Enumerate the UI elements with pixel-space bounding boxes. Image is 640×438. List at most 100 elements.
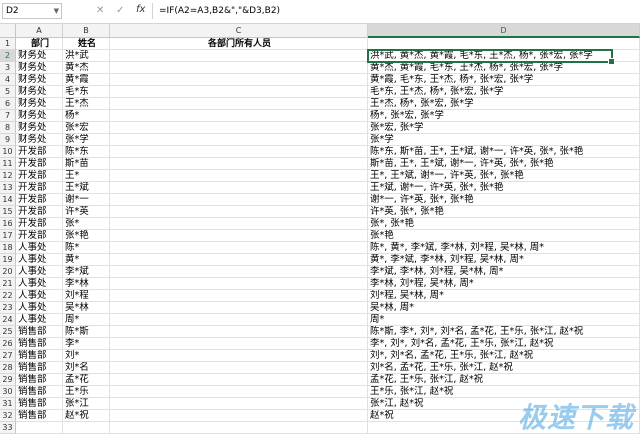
members-cell[interactable]: 王*斌, 谢*一, 许*英, 张*, 张*艳 bbox=[368, 182, 640, 194]
row-header[interactable]: 4 bbox=[0, 74, 16, 86]
column-header-b[interactable]: B bbox=[63, 24, 110, 38]
dept-cell[interactable]: 销售部 bbox=[16, 326, 63, 338]
row-header[interactable]: 33 bbox=[0, 422, 16, 434]
dept-cell[interactable]: 开发部 bbox=[16, 170, 63, 182]
empty-cell[interactable] bbox=[110, 254, 368, 266]
empty-cell[interactable] bbox=[110, 422, 368, 434]
name-cell[interactable]: 斯*苗 bbox=[63, 158, 110, 170]
row-header[interactable]: 2 bbox=[0, 50, 16, 62]
row-header[interactable]: 23 bbox=[0, 302, 16, 314]
row-header[interactable]: 14 bbox=[0, 194, 16, 206]
name-box[interactable]: D2 ▼ bbox=[2, 3, 62, 19]
dept-cell[interactable]: 人事处 bbox=[16, 278, 63, 290]
row-header[interactable]: 30 bbox=[0, 386, 16, 398]
name-cell[interactable]: 刘* bbox=[63, 350, 110, 362]
cell-d1[interactable] bbox=[368, 38, 640, 50]
dept-cell[interactable]: 销售部 bbox=[16, 374, 63, 386]
cancel-icon[interactable]: ✕ bbox=[96, 4, 104, 18]
dept-cell[interactable]: 销售部 bbox=[16, 350, 63, 362]
name-cell[interactable]: 张*学 bbox=[63, 134, 110, 146]
header-all-members[interactable]: 各部门所有人员 bbox=[110, 38, 368, 50]
empty-cell[interactable] bbox=[110, 194, 368, 206]
name-cell[interactable]: 吴*林 bbox=[63, 302, 110, 314]
name-cell[interactable]: 王*斌 bbox=[63, 182, 110, 194]
dept-cell[interactable]: 开发部 bbox=[16, 194, 63, 206]
row-header[interactable]: 27 bbox=[0, 350, 16, 362]
empty-cell[interactable] bbox=[110, 314, 368, 326]
row-header[interactable]: 22 bbox=[0, 290, 16, 302]
members-cell[interactable]: 洪*武, 黄*杰, 黄*霞, 毛*东, 王*杰, 杨*, 张*宏, 张*学 bbox=[368, 50, 640, 62]
empty-cell[interactable] bbox=[110, 206, 368, 218]
empty-cell[interactable] bbox=[110, 290, 368, 302]
dept-cell[interactable]: 财务处 bbox=[16, 74, 63, 86]
row-header[interactable]: 12 bbox=[0, 170, 16, 182]
dept-cell[interactable]: 开发部 bbox=[16, 230, 63, 242]
empty-cell[interactable] bbox=[110, 218, 368, 230]
dept-cell[interactable]: 销售部 bbox=[16, 338, 63, 350]
members-cell[interactable]: 张*宏, 张*学 bbox=[368, 122, 640, 134]
members-cell[interactable]: 许*英, 张*, 张*艳 bbox=[368, 206, 640, 218]
members-cell[interactable]: 李*斌, 李*林, 刘*程, 吴*林, 周* bbox=[368, 266, 640, 278]
select-all-corner[interactable] bbox=[0, 24, 16, 38]
row-header[interactable]: 32 bbox=[0, 410, 16, 422]
empty-cell[interactable] bbox=[110, 302, 368, 314]
name-cell[interactable]: 陈* bbox=[63, 242, 110, 254]
function-icon[interactable]: fx bbox=[136, 4, 145, 15]
name-cell[interactable]: 李* bbox=[63, 338, 110, 350]
formula-input[interactable]: =IF(A2=A3,B2&","&D3,B2) bbox=[152, 3, 638, 19]
members-cell[interactable]: 王*, 王*斌, 谢*一, 许*英, 张*, 张*艳 bbox=[368, 170, 640, 182]
members-cell[interactable]: 张*艳 bbox=[368, 230, 640, 242]
members-cell[interactable]: 毛*东, 王*杰, 杨*, 张*宏, 张*学 bbox=[368, 86, 640, 98]
row-header[interactable]: 26 bbox=[0, 338, 16, 350]
header-name[interactable]: 姓名 bbox=[63, 38, 110, 50]
empty-cell[interactable] bbox=[110, 230, 368, 242]
members-cell[interactable]: 黄*杰, 黄*霞, 毛*东, 王*杰, 杨*, 张*宏, 张*学 bbox=[368, 62, 640, 74]
name-cell[interactable]: 刘*名 bbox=[63, 362, 110, 374]
dept-cell[interactable]: 开发部 bbox=[16, 182, 63, 194]
dept-cell[interactable]: 人事处 bbox=[16, 302, 63, 314]
members-cell[interactable]: 李*林, 刘*程, 吴*林, 周* bbox=[368, 278, 640, 290]
empty-cell[interactable] bbox=[110, 182, 368, 194]
empty-cell[interactable] bbox=[110, 398, 368, 410]
row-header[interactable]: 17 bbox=[0, 230, 16, 242]
dept-cell[interactable]: 人事处 bbox=[16, 266, 63, 278]
name-cell[interactable]: 洪*武 bbox=[63, 50, 110, 62]
name-cell[interactable]: 王*乐 bbox=[63, 386, 110, 398]
dept-cell[interactable]: 开发部 bbox=[16, 206, 63, 218]
row-header[interactable]: 24 bbox=[0, 314, 16, 326]
column-header-a[interactable]: A bbox=[16, 24, 63, 38]
dept-cell[interactable]: 人事处 bbox=[16, 290, 63, 302]
row-header[interactable]: 25 bbox=[0, 326, 16, 338]
name-cell[interactable]: 张*艳 bbox=[63, 230, 110, 242]
row-header[interactable]: 11 bbox=[0, 158, 16, 170]
dept-cell[interactable]: 人事处 bbox=[16, 254, 63, 266]
empty-cell[interactable] bbox=[110, 338, 368, 350]
row-header[interactable]: 31 bbox=[0, 398, 16, 410]
name-cell[interactable]: 黄*杰 bbox=[63, 62, 110, 74]
row-header[interactable]: 8 bbox=[0, 122, 16, 134]
column-header-d[interactable]: D bbox=[368, 24, 640, 38]
dept-cell[interactable]: 财务处 bbox=[16, 110, 63, 122]
name-cell[interactable]: 许*英 bbox=[63, 206, 110, 218]
dept-cell[interactable]: 开发部 bbox=[16, 158, 63, 170]
empty-cell[interactable] bbox=[110, 98, 368, 110]
enter-icon[interactable]: ✓ bbox=[116, 4, 124, 18]
name-cell[interactable]: 陈*斯 bbox=[63, 326, 110, 338]
members-cell[interactable]: 刘*, 刘*名, 孟*花, 王*乐, 张*江, 赵*祝 bbox=[368, 350, 640, 362]
dept-cell[interactable]: 人事处 bbox=[16, 314, 63, 326]
dept-cell[interactable]: 财务处 bbox=[16, 134, 63, 146]
members-cell[interactable]: 李*, 刘*, 刘*名, 孟*花, 王*乐, 张*江, 赵*祝 bbox=[368, 338, 640, 350]
members-cell[interactable]: 黄*, 李*斌, 李*林, 刘*程, 吴*林, 周* bbox=[368, 254, 640, 266]
empty-cell[interactable] bbox=[110, 266, 368, 278]
empty-cell[interactable] bbox=[16, 422, 63, 434]
name-cell[interactable]: 周* bbox=[63, 314, 110, 326]
chevron-down-icon[interactable]: ▼ bbox=[54, 4, 59, 18]
members-cell[interactable]: 黄*霞, 毛*东, 王*杰, 杨*, 张*宏, 张*学 bbox=[368, 74, 640, 86]
name-cell[interactable]: 谢*一 bbox=[63, 194, 110, 206]
name-cell[interactable]: 毛*东 bbox=[63, 86, 110, 98]
row-header[interactable]: 18 bbox=[0, 242, 16, 254]
members-cell[interactable]: 张*, 张*艳 bbox=[368, 218, 640, 230]
empty-cell[interactable] bbox=[110, 170, 368, 182]
name-cell[interactable]: 张* bbox=[63, 218, 110, 230]
dept-cell[interactable]: 销售部 bbox=[16, 386, 63, 398]
